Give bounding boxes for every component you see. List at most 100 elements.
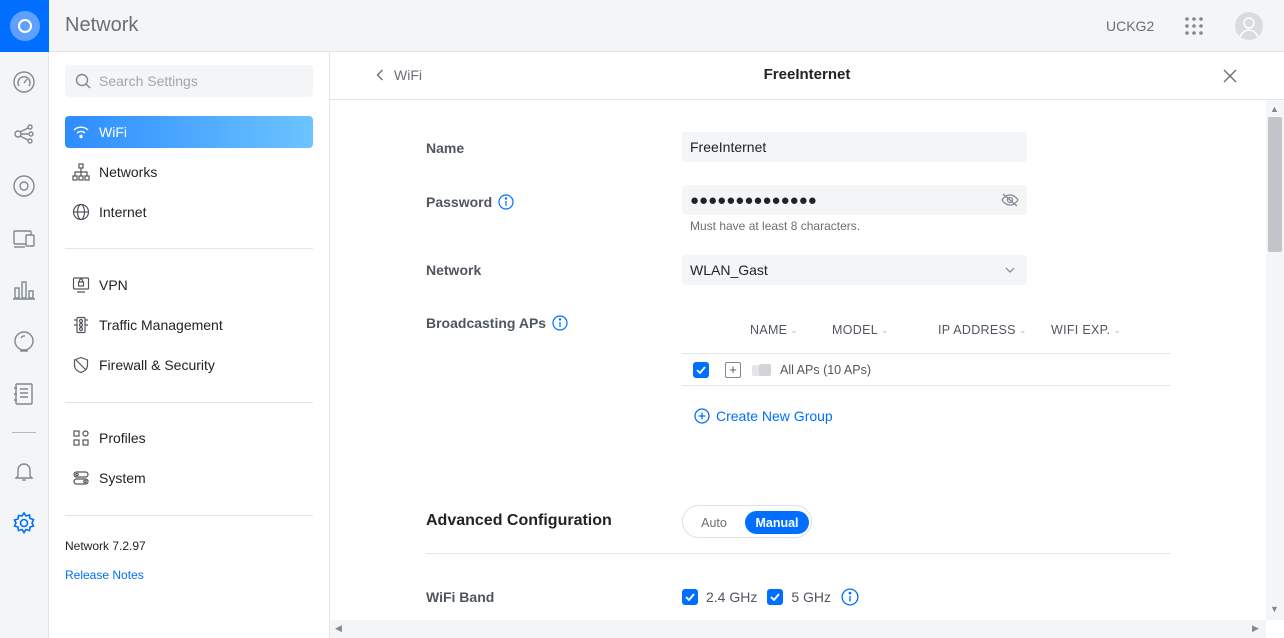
- search-icon: [75, 73, 91, 89]
- release-notes-link[interactable]: Release Notes: [65, 568, 144, 582]
- advanced-configuration-title: Advanced Configuration: [426, 512, 612, 529]
- horizontal-scrollbar[interactable]: [330, 620, 1266, 638]
- sidebar-item-traffic-management[interactable]: Traffic Management: [65, 309, 313, 341]
- notifications-icon[interactable]: [11, 458, 37, 484]
- logo-icon: [9, 11, 40, 41]
- panel-title: FreeInternet: [763, 66, 851, 83]
- panel-header: WiFi FreeInternet: [330, 52, 1284, 100]
- expand-icon[interactable]: +: [725, 361, 741, 378]
- info-icon[interactable]: [841, 588, 859, 606]
- password-hint: Must have at least 8 characters.: [690, 219, 861, 233]
- band-2-4ghz-label: 2.4 GHz: [706, 589, 758, 605]
- wifi-edit-panel: WiFi FreeInternet Name Password ●●●●●●●●…: [330, 52, 1284, 638]
- sidebar-item-label: System: [99, 470, 146, 486]
- sidebar-item-label: Internet: [99, 204, 147, 220]
- wifi-icon: [71, 122, 91, 142]
- mode-manual-option[interactable]: Manual: [745, 511, 809, 534]
- scroll-up-icon[interactable]: ▲: [1270, 104, 1279, 114]
- globe-icon: [71, 202, 91, 222]
- password-label: Password: [426, 194, 514, 210]
- sidebar-item-label: WiFi: [99, 124, 127, 140]
- name-input[interactable]: [690, 139, 1019, 155]
- band-2-4ghz-checkbox[interactable]: [682, 589, 698, 605]
- scroll-left-icon[interactable]: ◀: [335, 623, 342, 634]
- info-icon[interactable]: [552, 315, 568, 331]
- sidebar-item-label: Traffic Management: [99, 317, 223, 333]
- checkmark-icon: [696, 365, 706, 374]
- scroll-down-icon[interactable]: ▼: [1270, 604, 1279, 614]
- wifi-band-options: 2.4 GHz 5 GHz: [682, 588, 859, 606]
- clients-icon[interactable]: [11, 225, 37, 251]
- sidebar-divider: [65, 248, 313, 249]
- column-header-wifi-experience[interactable]: WIFI EXP. ⌄: [1051, 323, 1121, 337]
- vertical-scroll-thumb[interactable]: [1268, 117, 1282, 252]
- topology-icon[interactable]: [11, 121, 37, 147]
- device-name[interactable]: UCKG2: [1106, 18, 1154, 34]
- band-5ghz-checkbox[interactable]: [767, 589, 784, 605]
- dashboard-icon[interactable]: [11, 69, 37, 95]
- column-header-name[interactable]: NAME ⌄: [750, 323, 798, 337]
- column-header-ip-address[interactable]: IP ADDRESS ⌄: [938, 323, 1027, 337]
- search-box[interactable]: [65, 65, 313, 97]
- top-bar: Network UCKG2: [0, 0, 1284, 52]
- sidebar-divider: [65, 402, 313, 403]
- sidebar-divider: [65, 515, 313, 516]
- rail-divider: [12, 432, 36, 433]
- all-aps-checkbox[interactable]: [693, 361, 709, 378]
- sidebar-item-networks[interactable]: Networks: [65, 156, 313, 188]
- user-avatar-icon[interactable]: [1235, 12, 1263, 40]
- unifi-logo[interactable]: [0, 0, 49, 52]
- profiles-icon: [71, 428, 91, 448]
- vpn-icon: [71, 275, 91, 295]
- wifi-band-label: WiFi Band: [426, 589, 495, 605]
- system-icon: [71, 468, 91, 488]
- ap-device-icon: [751, 363, 773, 377]
- ap-group-row[interactable]: + All APs (10 APs): [682, 354, 1170, 386]
- password-field[interactable]: ●●●●●●●●●●●●●●: [682, 185, 1027, 215]
- sidebar-item-wifi[interactable]: WiFi: [65, 116, 313, 148]
- shield-icon: [71, 355, 91, 375]
- plus-circle-icon: [694, 408, 710, 424]
- chevron-down-icon: [1005, 267, 1015, 273]
- version-label: Network 7.2.97: [65, 539, 146, 553]
- settings-sidebar: WiFi Networks Internet VPN Traffic Manag…: [49, 52, 330, 638]
- eye-off-icon[interactable]: [1001, 193, 1019, 207]
- config-mode-toggle: Auto Manual: [682, 505, 812, 538]
- password-value[interactable]: ●●●●●●●●●●●●●●: [690, 192, 1001, 209]
- networks-icon: [71, 162, 91, 182]
- ap-group-label: All APs (10 APs): [780, 362, 872, 377]
- network-selected-value: WLAN_Gast: [690, 262, 768, 278]
- checkmark-icon: [770, 593, 781, 601]
- sidebar-item-profiles[interactable]: Profiles: [65, 422, 313, 454]
- statistics-icon[interactable]: [11, 277, 37, 303]
- logs-icon[interactable]: [11, 381, 37, 407]
- name-label: Name: [426, 140, 465, 156]
- search-input[interactable]: [99, 73, 299, 89]
- sidebar-item-firewall-security[interactable]: Firewall & Security: [65, 349, 313, 381]
- sidebar-item-system[interactable]: System: [65, 462, 313, 494]
- grid-icon[interactable]: [1184, 16, 1204, 36]
- devices-icon[interactable]: [11, 173, 37, 199]
- scroll-right-icon[interactable]: ▶: [1252, 623, 1259, 634]
- checkmark-icon: [685, 593, 695, 601]
- sidebar-item-label: Profiles: [99, 430, 146, 446]
- network-select[interactable]: WLAN_Gast: [682, 255, 1027, 285]
- network-label: Network: [426, 262, 482, 278]
- create-new-group-button[interactable]: Create New Group: [694, 408, 833, 424]
- insights-icon[interactable]: [11, 329, 37, 355]
- name-field[interactable]: [682, 132, 1027, 162]
- sidebar-item-vpn[interactable]: VPN: [65, 269, 313, 301]
- broadcasting-aps-label: Broadcasting APs: [426, 315, 568, 331]
- section-divider: [426, 553, 1170, 554]
- column-header-model[interactable]: MODEL ⌄: [832, 323, 889, 337]
- close-icon[interactable]: [1223, 69, 1237, 83]
- info-icon[interactable]: [498, 194, 514, 210]
- sidebar-item-label: Firewall & Security: [99, 357, 215, 373]
- sidebar-item-label: Networks: [99, 164, 158, 180]
- traffic-icon: [71, 315, 91, 335]
- mode-auto-option[interactable]: Auto: [689, 511, 739, 534]
- settings-icon[interactable]: [11, 510, 37, 536]
- band-5ghz-label: 5 GHz: [791, 589, 832, 605]
- sidebar-item-internet[interactable]: Internet: [65, 196, 313, 228]
- app-title: Network: [65, 14, 139, 36]
